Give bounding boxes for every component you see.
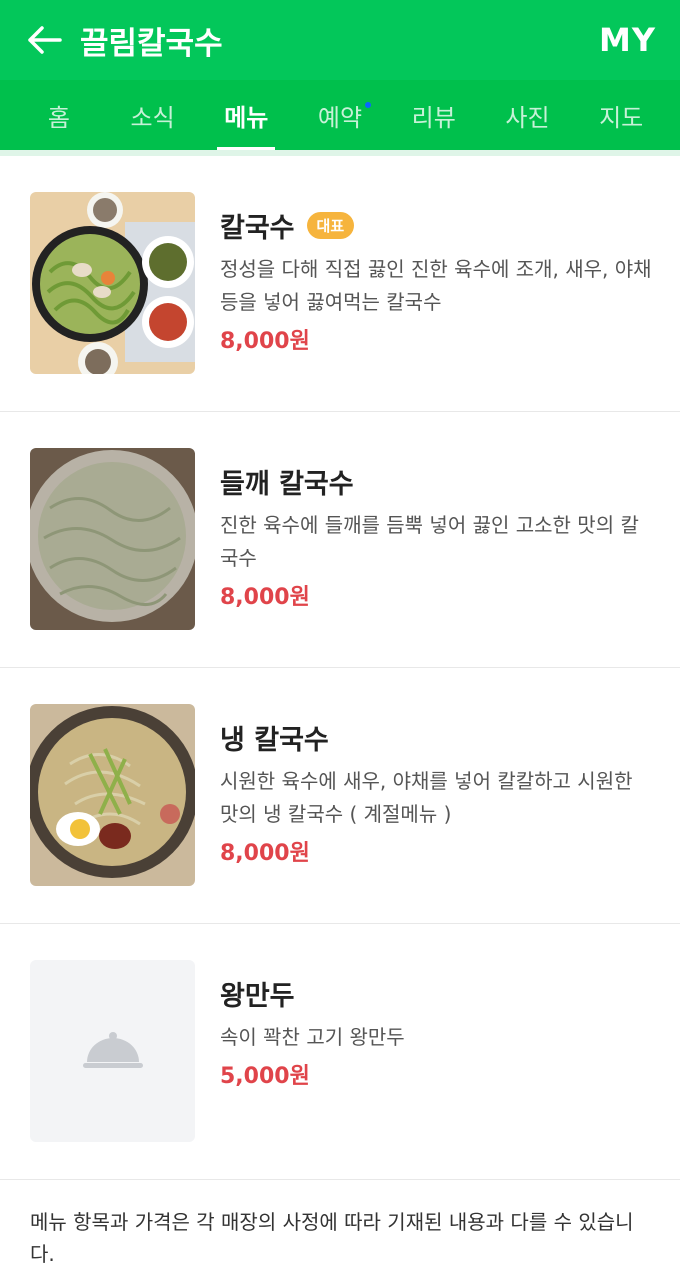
app-header: 끌림칼국수 MY	[0, 0, 680, 80]
menu-photo-placeholder	[30, 960, 195, 1142]
menu-item-description: 속이 꽉찬 고기 왕만두	[220, 1025, 405, 1049]
menu-item-name: 들깨 칼국수	[220, 469, 354, 500]
menu-item-name: 칼국수	[220, 213, 295, 244]
menu-item-perilla-kalguksu[interactable]: 들깨 칼국수 진한 육수에 들깨를 듬뿍 넣어 끓인 고소한 맛의 칼국수 8,…	[0, 412, 680, 668]
tab-reservation-label: 예약	[317, 103, 363, 132]
back-button[interactable]	[24, 20, 64, 60]
menu-item-cold-kalguksu[interactable]: 냉 칼국수 시원한 육수에 새우, 야채를 넣어 칼칼하고 시원한 맛의 냉 칼…	[0, 668, 680, 924]
menu-item-kalguksu[interactable]: 칼국수 대표 정성을 다해 직접 끓인 진한 육수에 조개, 새우, 야채등을 …	[0, 156, 680, 412]
my-button[interactable]: MY	[599, 21, 656, 59]
menu-photo-perilla-kalguksu	[30, 448, 195, 630]
menu-disclaimer: 메뉴 항목과 가격은 각 매장의 사정에 따라 기재된 내용과 다를 수 있습니…	[30, 1210, 634, 1266]
menu-item-name: 왕만두	[220, 981, 295, 1012]
signature-badge: 대표	[306, 212, 355, 239]
tab-photos[interactable]: 사진	[481, 80, 575, 150]
tab-map[interactable]: 지도	[574, 80, 668, 150]
menu-photo-kalguksu	[30, 192, 195, 374]
tab-bar: 홈 소식 메뉴 예약 리뷰 사진 지도	[0, 80, 680, 156]
menu-item-description: 정성을 다해 직접 끓인 진한 육수에 조개, 새우, 야채등을 넣어 끓여먹는…	[220, 257, 652, 314]
menu-item-king-dumpling[interactable]: 왕만두 속이 꽉찬 고기 왕만두 5,000원	[0, 924, 680, 1180]
tab-reservation[interactable]: 예약	[293, 80, 387, 150]
menu-item-description: 시원한 육수에 새우, 야채를 넣어 칼칼하고 시원한 맛의 냉 칼국수 ( 계…	[220, 769, 633, 826]
back-arrow-icon	[28, 26, 62, 54]
food-cloche-icon	[82, 1032, 143, 1068]
page-title: 끌림칼국수	[80, 25, 223, 62]
menu-item-price: 5,000원	[220, 1064, 310, 1089]
tab-home[interactable]: 홈	[12, 80, 106, 150]
tab-news[interactable]: 소식	[106, 80, 200, 150]
tab-reviews[interactable]: 리뷰	[387, 80, 481, 150]
menu-item-price: 8,000원	[220, 841, 310, 866]
menu-item-name: 냉 칼국수	[220, 725, 329, 756]
menu-item-description: 진한 육수에 들깨를 듬뿍 넣어 끓인 고소한 맛의 칼국수	[220, 513, 639, 570]
menu-item-price: 8,000원	[220, 585, 310, 610]
new-dot-indicator	[365, 102, 372, 108]
tab-menu[interactable]: 메뉴	[199, 80, 293, 150]
menu-item-price: 8,000원	[220, 329, 310, 354]
menu-photo-cold-kalguksu	[30, 704, 195, 886]
menu-list: 칼국수 대표 정성을 다해 직접 끓인 진한 육수에 조개, 새우, 야채등을 …	[0, 156, 680, 1180]
